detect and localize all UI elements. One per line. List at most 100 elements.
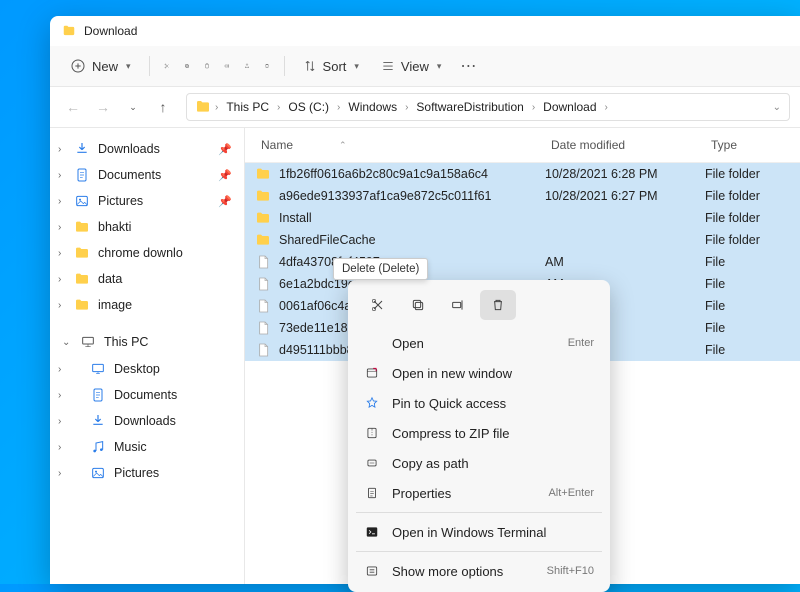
ctx-delete-button[interactable] [480,290,516,320]
sidebar-item[interactable]: ›bhakti [54,214,240,240]
ctx-label: Show more options [392,564,503,579]
folder-icon [74,219,90,235]
window-icon [364,365,380,381]
music-icon [90,439,106,455]
ctx-item[interactable]: Open in new window [354,358,604,388]
new-label: New [92,59,118,74]
copy-button[interactable] [178,57,196,75]
forward-button[interactable]: → [90,94,116,120]
view-icon [381,59,395,73]
chevron-down-icon[interactable]: ⌄ [773,102,781,113]
table-row[interactable]: a96ede9133937af1ca9e872c5c011f61 10/28/20… [245,185,800,207]
row-name: a96ede9133937af1ca9e872c5c011f61 [279,189,491,203]
chevron-down-icon: ▾ [354,61,359,72]
view-button[interactable]: View ▾ [371,53,451,80]
ctx-item[interactable]: Copy as path [354,448,604,478]
ctx-item[interactable]: PropertiesAlt+Enter [354,478,604,508]
sidebar-this-pc[interactable]: ⌄This PC [54,328,240,356]
ctx-item[interactable]: Pin to Quick access [354,388,604,418]
sort-button[interactable]: Sort ▾ [293,53,369,80]
column-name[interactable]: Name ⌃ [255,134,545,156]
paste-button[interactable] [198,57,216,75]
sidebar-label: image [98,298,132,312]
table-row[interactable]: 4dfa43708faf4597AMFile [245,251,800,273]
pin-icon: 📌 [218,195,232,208]
ctx-label: Open in Windows Terminal [392,525,546,540]
sidebar-item[interactable]: ›data [54,266,240,292]
file-icon [255,342,271,358]
crumb[interactable]: Download [539,98,600,116]
open-icon [364,335,380,351]
chevron-right-icon: › [58,170,61,181]
sidebar-item[interactable]: ›Downloads📌 [54,136,240,162]
sidebar-item[interactable]: ›chrome downlo [54,240,240,266]
crumb[interactable]: SoftwareDistribution [412,98,527,116]
sidebar-label: Pictures [98,194,143,208]
path-icon [364,455,380,471]
sidebar-label: This PC [104,335,148,349]
watermark: wsxdn.com [735,533,794,544]
navigation-bar: ← → ⌄ ↑ › This PC› OS (C:)› Windows› Sof… [50,87,800,128]
crumb[interactable]: This PC [222,98,273,116]
ctx-cut-button[interactable] [360,290,396,320]
breadcrumb[interactable]: › This PC› OS (C:)› Windows› SoftwareDis… [186,93,790,121]
column-type[interactable]: Type [705,134,790,156]
chevron-right-icon: › [58,416,61,427]
table-row[interactable]: SharedFileCacheFile folder [245,229,800,251]
up-button[interactable]: ↑ [150,94,176,120]
ctx-open-terminal[interactable]: Open in Windows Terminal [354,517,604,547]
ctx-copy-button[interactable] [400,290,436,320]
sidebar-label: Pictures [114,466,159,480]
row-name: 1fb26ff0616a6b2c80c9a1c9a158a6c4 [279,167,488,181]
sidebar-item[interactable]: ›Documents📌 [54,162,240,188]
sidebar-item[interactable]: ›Desktop [54,356,240,382]
props-icon [364,485,380,501]
sidebar-label: Documents [98,168,161,182]
row-type: File folder [705,211,790,225]
share-button[interactable] [238,57,256,75]
column-date[interactable]: Date modified [545,134,705,156]
chevron-right-icon: › [58,248,61,259]
row-type: File [705,299,790,313]
folder-icon [62,24,76,38]
sidebar-item[interactable]: › Documents [54,382,240,408]
shortcut: Shift+F10 [547,565,594,577]
row-type: File folder [705,167,790,181]
new-button[interactable]: New ▾ [60,52,141,80]
ctx-show-more[interactable]: Show more options Shift+F10 [354,556,604,586]
ctx-rename-button[interactable] [440,290,476,320]
rename-button[interactable] [218,57,236,75]
recent-dropdown[interactable]: ⌄ [120,94,146,120]
folder-icon [74,297,90,313]
plus-circle-icon [70,58,86,74]
list-header: Name ⌃ Date modified Type [245,128,800,163]
crumb[interactable]: Windows [344,98,401,116]
ctx-item[interactable]: OpenEnter [354,328,604,358]
row-name: Install [279,211,312,225]
table-row[interactable]: 1fb26ff0616a6b2c80c9a1c9a158a6c410/28/20… [245,163,800,185]
downloads-icon [90,413,106,429]
zip-icon [364,425,380,441]
pictures-icon [74,193,90,209]
chevron-right-icon: › [58,390,61,401]
sidebar-item[interactable]: ›Music [54,434,240,460]
desktop-icon [90,361,106,377]
sidebar-label: Downloads [98,142,160,156]
sidebar-label: Documents [114,388,177,402]
ctx-item[interactable]: Compress to ZIP file [354,418,604,448]
separator [149,56,150,76]
more-button[interactable]: ⋯ [459,57,477,75]
table-row[interactable]: Install File folder [245,207,800,229]
row-date: 10/28/2021 6:27 PM [545,189,705,203]
sidebar-item[interactable]: ›image [54,292,240,318]
back-button[interactable]: ← [60,94,86,120]
sidebar-item[interactable]: ›Pictures📌 [54,188,240,214]
cut-button[interactable] [158,57,176,75]
folder-icon [255,232,271,248]
sidebar-item[interactable]: ›Downloads [54,408,240,434]
delete-button[interactable] [258,57,276,75]
chevron-right-icon: › [58,144,61,155]
sort-icon [303,59,317,73]
crumb[interactable]: OS (C:) [284,98,333,116]
sidebar-item[interactable]: ›Pictures [54,460,240,486]
